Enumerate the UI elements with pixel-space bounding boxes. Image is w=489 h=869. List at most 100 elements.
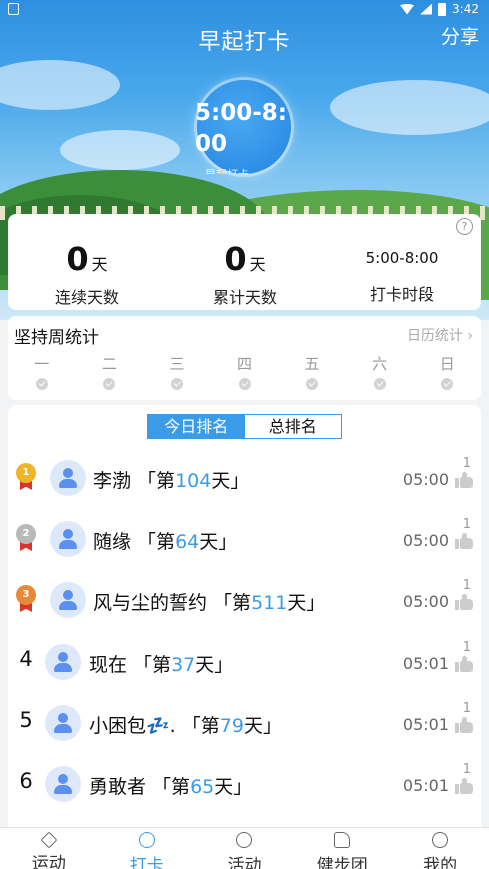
calendar-stats-link[interactable]: 日历统计 › [407,325,473,345]
nav-label: 运动 [31,854,66,869]
checkin-time-range: 5:00-8:00 [195,100,287,157]
cloud [60,130,180,170]
stat-label: 累计天数 [212,288,277,307]
activity-icon [236,832,253,848]
like-count: 1 [462,517,471,532]
check-icon [170,378,183,390]
nav-label: 打卡 [129,856,164,869]
ranking-row[interactable]: 6 勇敢者 「第65天」 05:01 1 [8,758,481,810]
like-count: 1 [462,762,471,777]
ranking-row[interactable]: 4 现在 「第37天」 05:01 1 [8,636,481,688]
ranking-name: 随缘 「第64天」 [93,531,238,553]
thumbs-up-icon[interactable] [455,472,473,488]
bottom-nav: 运动 打卡 活动 健步团 我的 [0,827,489,869]
check-icon [238,378,251,390]
wifi-icon [400,3,415,15]
checkin-subtitle: 早起打卡 [205,166,249,174]
thumbs-up-icon[interactable] [455,778,473,794]
check-icon [373,378,386,390]
rank-number: 4 [19,647,33,671]
stat-label: 连续天数 [54,288,119,307]
thumbs-up-icon[interactable] [455,656,473,672]
like-count: 1 [462,701,471,716]
thumbs-up-icon[interactable] [455,533,473,549]
stat-value: 5:00-8:00 [365,249,439,267]
nav-item-me[interactable]: 我的 [391,828,489,869]
weekday-label: 五 [304,355,320,373]
check-icon [441,378,454,390]
weekday-item: 五 [278,353,346,390]
gold-medal-icon: 1 [16,463,36,493]
weekly-stats-card: 坚持周统计 日历统计 › 一 二 三 四 五 六 日 [8,316,481,400]
thumbs-up-icon[interactable] [455,594,473,610]
stat-label: 打卡时段 [369,285,434,304]
tab-total-ranking[interactable]: 总排名 [245,415,342,438]
weekday-item: 三 [143,353,211,390]
ranking-row[interactable]: 3 风与尘的誓约 「第511天」 05:00 1 [8,574,481,626]
weekday-item: 六 [346,353,414,390]
battery-icon [438,2,447,16]
status-time: 3:42 [452,2,479,16]
share-button[interactable]: 分享 [441,22,479,49]
stat-total-days: 0天 累计天数 [166,240,324,308]
rank-number: 5 [19,708,33,732]
status-bar: 3:42 [0,0,489,20]
nav-item-walking-group[interactable]: 健步团 [293,828,391,869]
avatar[interactable] [50,521,86,557]
nav-label: 我的 [423,856,458,869]
avatar[interactable] [45,644,81,680]
stat-unit: 天 [91,255,108,274]
weekday-label: 六 [372,355,388,373]
avatar[interactable] [50,582,86,618]
stats-card: ? 0天 连续天数 0天 累计天数 5:00-8:00 打卡时段 [8,214,481,310]
thumbs-up-icon[interactable] [455,717,473,733]
nav-item-activity[interactable]: 活动 [196,828,294,869]
avatar[interactable] [45,766,81,802]
stat-consecutive-days: 0天 连续天数 [8,240,166,308]
checkin-time: 05:01 [402,776,449,795]
avatar[interactable] [45,705,81,741]
like-count: 1 [462,456,471,471]
nav-item-sport[interactable]: 运动 [0,828,98,869]
cloud [330,80,489,135]
stat-value: 0 [66,240,89,278]
checkin-time: 05:00 [402,531,449,550]
shoe-icon [334,832,351,848]
stat-checkin-period: 5:00-8:00 打卡时段 [323,248,481,305]
ranking-tabs: 今日排名 总排名 [147,414,342,439]
user-icon [432,832,449,848]
signal-icon [420,3,433,15]
stat-value: 0 [224,240,247,278]
weekday-item: 日 [413,353,481,390]
run-icon [40,831,58,849]
ranking-name: 现在 「第37天」 [89,654,234,676]
nav-item-checkin[interactable]: 打卡 [98,828,196,869]
weekday-item: 二 [76,353,144,390]
check-icon [103,378,116,390]
checkin-time: 05:00 [402,470,449,489]
ranking-row[interactable]: 5 小困包💤. 「第79天」 05:01 1 [8,697,481,749]
rank-number: 6 [19,769,33,793]
ranking-row[interactable]: 2 随缘 「第64天」 05:00 1 [8,513,481,565]
ranking-name: 小困包💤. 「第79天」 [89,715,282,737]
nav-label: 活动 [227,856,262,869]
ranking-name: 风与尘的誓约 「第511天」 [93,592,326,614]
ranking-row[interactable]: 1 李渤 「第104天」 05:00 1 [8,452,481,504]
checkin-time: 05:01 [402,715,449,734]
weekday-label: 四 [237,355,253,373]
check-icon [306,378,319,390]
question-icon[interactable]: ? [456,218,473,235]
nav-label: 健步团 [316,856,368,869]
cloud [0,60,120,110]
ranking-name: 勇敢者 「第65天」 [89,776,253,798]
checkin-time: 05:00 [402,592,449,611]
tab-today-ranking[interactable]: 今日排名 [148,415,245,438]
checkin-time: 05:01 [402,654,449,673]
bronze-medal-icon: 3 [16,585,36,615]
page-title: 早起打卡 [198,30,291,55]
ranking-name: 李渤 「第104天」 [93,470,250,492]
avatar[interactable] [50,460,86,496]
silver-medal-icon: 2 [16,524,36,554]
weekday-label: 日 [439,355,455,373]
stat-unit: 天 [249,255,266,274]
